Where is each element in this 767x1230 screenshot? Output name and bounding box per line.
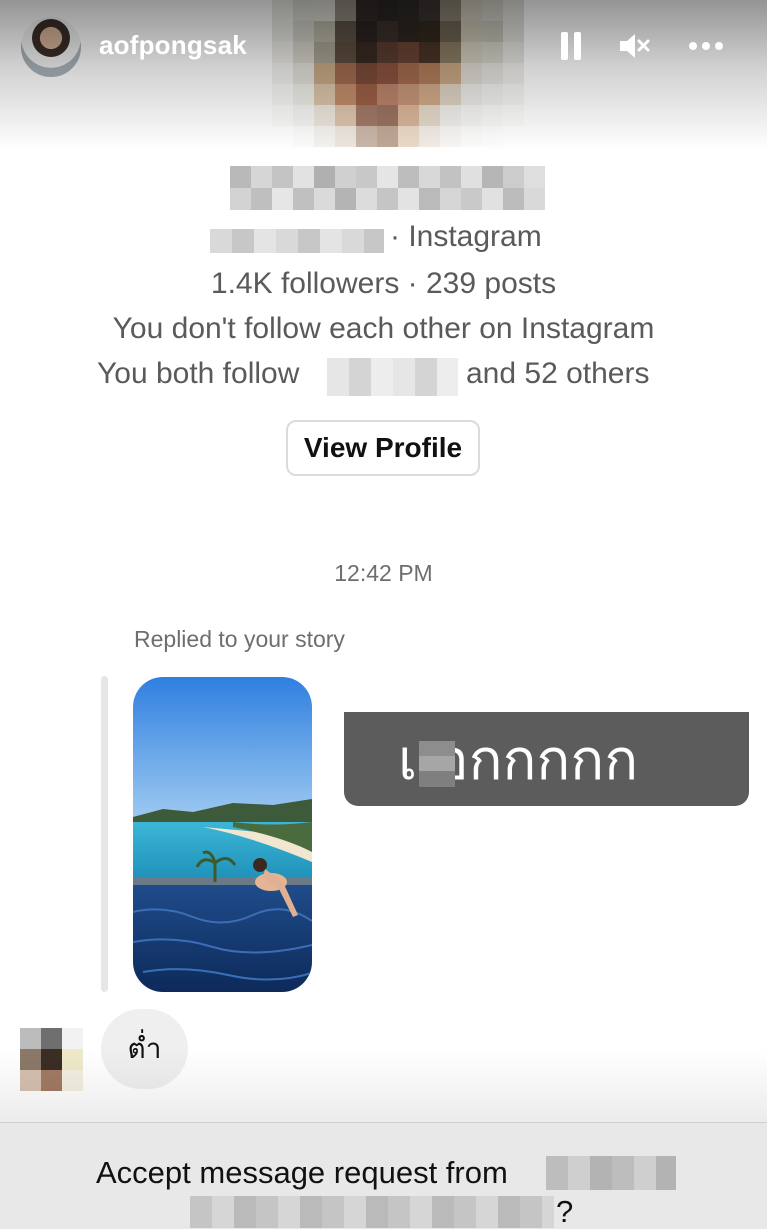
redacted-requester-name <box>546 1156 676 1190</box>
request-question-mark: ? <box>556 1194 574 1229</box>
mute-icon[interactable] <box>616 28 652 64</box>
redacted-requester-handle <box>190 1196 554 1228</box>
redacted-display-name <box>230 166 545 210</box>
follower-stats: 1.4K followers · 239 posts <box>210 267 557 300</box>
request-text: Accept message request from <box>96 1155 508 1190</box>
story-header <box>0 0 767 150</box>
more-icon[interactable] <box>688 28 724 64</box>
platform-label: · Instagram <box>390 220 542 253</box>
redacted-handle <box>210 229 384 253</box>
caption-censor <box>419 741 455 787</box>
bottom-fade <box>0 1050 767 1124</box>
story-thumbnail[interactable] <box>133 677 312 992</box>
message-timestamp: 12:42 PM <box>334 560 433 586</box>
follow-status: You don't follow each other on Instagram <box>112 312 655 345</box>
mutual-prefix: You both follow <box>97 357 300 390</box>
story-username[interactable]: aofpongsak <box>99 30 247 61</box>
reply-quote-line <box>101 676 108 992</box>
pause-icon[interactable] <box>553 28 589 64</box>
redacted-mutual-name <box>327 358 458 396</box>
reply-label: Replied to your story <box>134 626 345 652</box>
view-profile-button[interactable]: View Profile <box>286 420 480 476</box>
story-caption: เ อกกกกก <box>344 712 749 806</box>
mutual-suffix: and 52 others <box>466 357 650 390</box>
